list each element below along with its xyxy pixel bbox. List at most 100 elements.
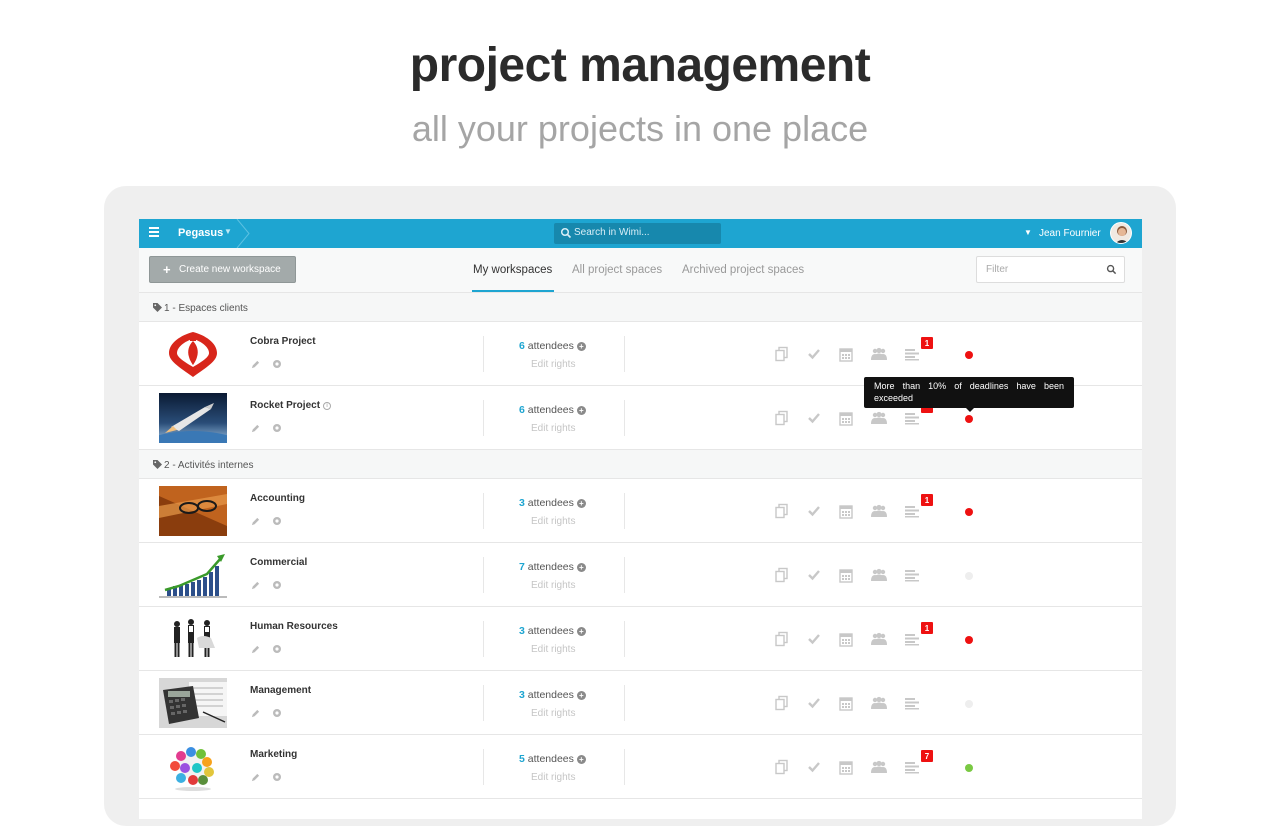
hamburger-menu-icon[interactable] <box>149 227 159 239</box>
table-row[interactable]: Accounting 3 attendees + Edit rights 1 <box>139 479 1142 543</box>
edit-rights-link[interactable]: Edit rights <box>531 423 575 434</box>
tab-archived-project-spaces[interactable]: Archived project spaces <box>682 264 804 276</box>
tasks-check-icon[interactable] <box>806 759 822 775</box>
status-indicator[interactable] <box>965 764 973 772</box>
settings-gear-icon[interactable] <box>272 644 282 654</box>
calendar-icon[interactable] <box>838 567 854 583</box>
edit-rights-link[interactable]: Edit rights <box>531 644 575 655</box>
project-name[interactable]: Accounting <box>250 493 305 504</box>
edit-pencil-icon[interactable] <box>251 360 260 369</box>
calendar-icon[interactable] <box>838 695 854 711</box>
attendees-link[interactable]: 7 attendees + <box>519 561 586 573</box>
settings-gear-icon[interactable] <box>272 423 282 433</box>
team-users-icon[interactable] <box>871 695 887 711</box>
settings-gear-icon[interactable] <box>272 772 282 782</box>
team-users-icon[interactable] <box>871 410 887 426</box>
messages-lines-icon[interactable] <box>904 631 920 647</box>
add-attendee-icon[interactable]: + <box>576 406 586 415</box>
create-workspace-button[interactable]: + Create new workspace <box>149 256 296 283</box>
messages-lines-icon[interactable] <box>904 759 920 775</box>
calendar-icon[interactable] <box>838 631 854 647</box>
table-row[interactable]: Human Resources 3 attendees + Edit rights… <box>139 607 1142 671</box>
caret-down-icon[interactable]: ▼ <box>224 227 232 236</box>
status-indicator[interactable] <box>965 351 973 359</box>
edit-rights-link[interactable]: Edit rights <box>531 516 575 527</box>
edit-rights-link[interactable]: Edit rights <box>531 708 575 719</box>
messages-lines-icon[interactable] <box>904 567 920 583</box>
table-row[interactable]: Marketing 5 attendees + Edit rights 7 <box>139 735 1142 799</box>
calendar-icon[interactable] <box>838 410 854 426</box>
tasks-check-icon[interactable] <box>806 503 822 519</box>
team-users-icon[interactable] <box>871 759 887 775</box>
filter-input[interactable]: Filter <box>976 256 1125 283</box>
settings-gear-icon[interactable] <box>272 580 282 590</box>
status-indicator[interactable] <box>965 572 973 580</box>
notification-badge[interactable]: 1 <box>920 336 934 350</box>
messages-lines-icon[interactable] <box>904 346 920 362</box>
documents-icon[interactable] <box>774 759 790 775</box>
documents-icon[interactable] <box>774 503 790 519</box>
documents-icon[interactable] <box>774 567 790 583</box>
edit-pencil-icon[interactable] <box>251 645 260 654</box>
workspace-switcher[interactable]: Pegasus <box>178 227 223 239</box>
attendees-link[interactable]: 6 attendees + <box>519 340 586 352</box>
notification-badge[interactable]: 1 <box>920 493 934 507</box>
calendar-icon[interactable] <box>838 346 854 362</box>
tasks-check-icon[interactable] <box>806 631 822 647</box>
team-users-icon[interactable] <box>871 346 887 362</box>
edit-pencil-icon[interactable] <box>251 517 260 526</box>
attendees-link[interactable]: 5 attendees + <box>519 753 586 765</box>
status-indicator[interactable] <box>965 415 973 423</box>
add-attendee-icon[interactable]: + <box>576 627 586 636</box>
search-box[interactable]: Search in Wimi... <box>554 223 721 244</box>
messages-lines-icon[interactable] <box>904 695 920 711</box>
edit-pencil-icon[interactable] <box>251 709 260 718</box>
user-name[interactable]: Jean Fournier <box>1039 228 1101 239</box>
documents-icon[interactable] <box>774 695 790 711</box>
table-row[interactable]: Commercial 7 attendees + Edit rights <box>139 543 1142 607</box>
documents-icon[interactable] <box>774 346 790 362</box>
attendees-link[interactable]: 3 attendees + <box>519 625 586 637</box>
edit-rights-link[interactable]: Edit rights <box>531 772 575 783</box>
documents-icon[interactable] <box>774 410 790 426</box>
status-indicator[interactable] <box>965 508 973 516</box>
team-users-icon[interactable] <box>871 631 887 647</box>
messages-lines-icon[interactable] <box>904 410 920 426</box>
documents-icon[interactable] <box>774 631 790 647</box>
edit-pencil-icon[interactable] <box>251 773 260 782</box>
status-indicator[interactable] <box>965 700 973 708</box>
add-attendee-icon[interactable]: + <box>576 755 586 764</box>
project-name[interactable]: Management <box>250 685 311 696</box>
calendar-icon[interactable] <box>838 503 854 519</box>
calendar-icon[interactable] <box>838 759 854 775</box>
attendees-link[interactable]: 3 attendees + <box>519 689 586 701</box>
edit-rights-link[interactable]: Edit rights <box>531 580 575 591</box>
attendees-link[interactable]: 3 attendees + <box>519 497 586 509</box>
project-name[interactable]: Human Resources <box>250 621 338 632</box>
tab-all-project-spaces[interactable]: All project spaces <box>572 264 662 276</box>
messages-lines-icon[interactable] <box>904 503 920 519</box>
add-attendee-icon[interactable]: + <box>576 499 586 508</box>
team-users-icon[interactable] <box>871 567 887 583</box>
edit-pencil-icon[interactable] <box>251 424 260 433</box>
add-attendee-icon[interactable]: + <box>576 342 586 351</box>
project-name[interactable]: Commercial <box>250 557 307 568</box>
tasks-check-icon[interactable] <box>806 410 822 426</box>
team-users-icon[interactable] <box>871 503 887 519</box>
info-icon[interactable]: i <box>323 402 332 410</box>
settings-gear-icon[interactable] <box>272 359 282 369</box>
edit-rights-link[interactable]: Edit rights <box>531 359 575 370</box>
project-name[interactable]: Cobra Project <box>250 336 316 347</box>
status-indicator[interactable] <box>965 636 973 644</box>
notification-badge[interactable]: 1 <box>920 621 934 635</box>
edit-pencil-icon[interactable] <box>251 581 260 590</box>
user-menu-caret-icon[interactable]: ▼ <box>1024 228 1032 237</box>
tasks-check-icon[interactable] <box>806 695 822 711</box>
project-name[interactable]: Rocket Project i <box>250 400 332 411</box>
add-attendee-icon[interactable]: + <box>576 563 586 572</box>
add-attendee-icon[interactable]: + <box>576 691 586 700</box>
settings-gear-icon[interactable] <box>272 516 282 526</box>
attendees-link[interactable]: 6 attendees + <box>519 404 586 416</box>
project-name[interactable]: Marketing <box>250 749 297 760</box>
avatar[interactable] <box>1110 222 1132 244</box>
